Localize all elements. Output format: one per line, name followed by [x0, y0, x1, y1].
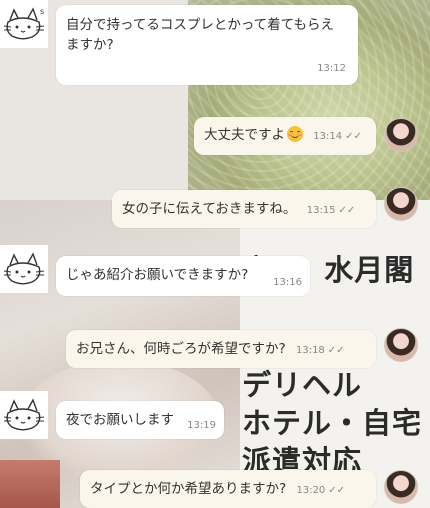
message-time: 13:15: [306, 205, 336, 216]
message-time: 13:12: [317, 63, 346, 74]
girl-avatar[interactable]: [384, 187, 418, 221]
message-text: 女の子に伝えておきますね。: [122, 201, 297, 217]
message-time: 13:20: [296, 485, 326, 496]
message-text: 夜でお願いします: [66, 412, 174, 428]
message-time: 13:19: [187, 420, 216, 431]
read-check-icon: ✓✓: [328, 485, 346, 496]
read-check-icon: ✓✓: [327, 345, 345, 356]
message-time: 13:14: [313, 131, 343, 142]
girl-avatar[interactable]: [384, 118, 418, 152]
shop-avatar[interactable]: [0, 245, 48, 293]
ad-service-type: デリヘル: [242, 368, 363, 402]
shop-avatar[interactable]: s: [0, 0, 48, 48]
message-time: 13:16: [273, 277, 302, 288]
svg-text:s: s: [40, 7, 44, 16]
shop-avatar[interactable]: [0, 391, 48, 439]
message-bubble-outgoing[interactable]: お兄さん、何時ごろが希望ですか? 13:18 ✓✓: [66, 330, 376, 368]
message-text: 大丈夫ですよ: [204, 127, 285, 143]
cat-doodle-icon: s: [3, 7, 44, 40]
read-check-icon: ✓✓: [345, 131, 362, 142]
read-check-icon: ✓✓: [338, 205, 356, 216]
girl-avatar[interactable]: [384, 470, 418, 504]
cat-doodle-icon: [3, 252, 45, 285]
smiling-face-icon: [287, 126, 303, 142]
ad-service-location: ホテル・自宅: [242, 406, 423, 440]
cat-doodle-icon: [3, 398, 45, 431]
message-text: 自分で持ってるコスプレとかって着てもらえ: [66, 17, 334, 33]
message-text: じゃあ紹介お願いできますか?: [66, 267, 249, 283]
message-bubble-incoming[interactable]: じゃあ紹介お願いできますか? 13:16: [56, 256, 310, 296]
message-text: ますか?: [66, 37, 114, 53]
girl-avatar[interactable]: [384, 328, 418, 362]
message-bubble-incoming[interactable]: 夜でお願いします 13:19: [56, 401, 224, 439]
message-bubble-outgoing[interactable]: 女の子に伝えておきますね。 13:15 ✓✓: [112, 190, 376, 228]
message-bubble-incoming[interactable]: 自分で持ってるコスプレとかって着てもらえ ますか? 13:12: [56, 5, 358, 85]
message-bubble-outgoing[interactable]: タイプとか何か希望ありますか? 13:20 ✓✓: [80, 470, 376, 508]
message-text: タイプとか何か希望ありますか?: [90, 481, 287, 497]
message-bubble-outgoing[interactable]: 大丈夫ですよ 13:14 ✓✓: [194, 117, 376, 155]
message-text: お兄さん、何時ごろが希望ですか?: [76, 341, 286, 357]
message-time: 13:18: [295, 345, 325, 356]
